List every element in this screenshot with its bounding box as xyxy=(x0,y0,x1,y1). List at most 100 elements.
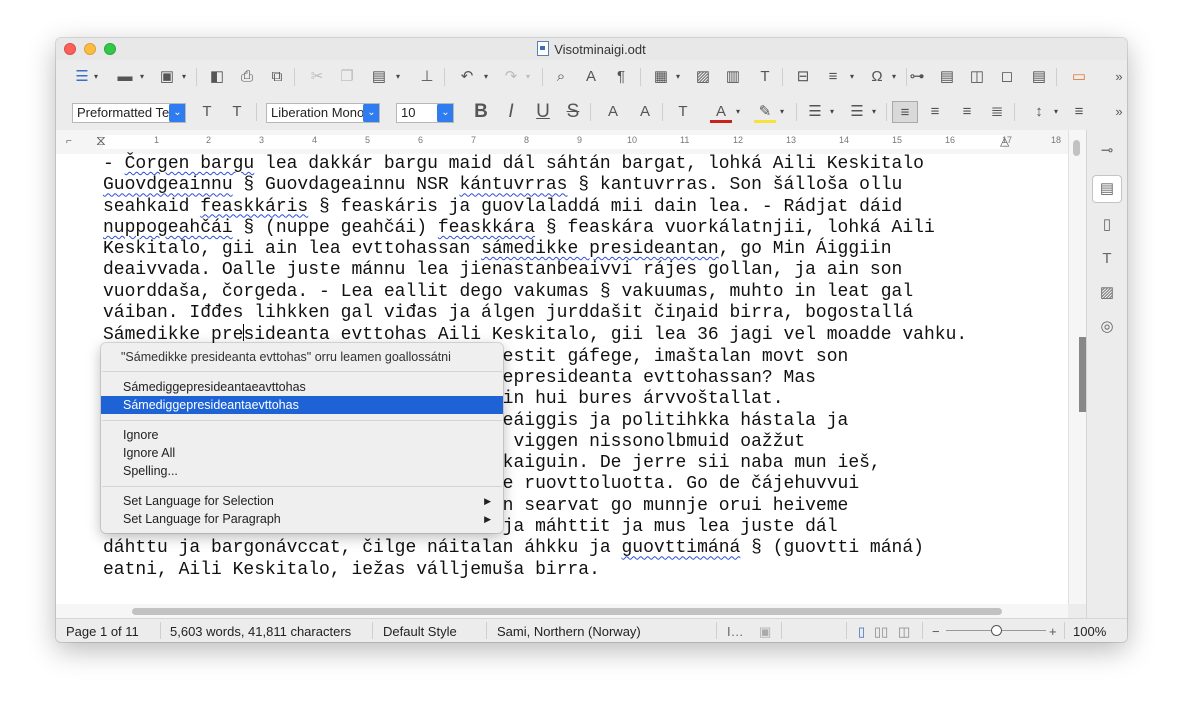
page-icon[interactable]: ▯ xyxy=(1093,212,1121,238)
menu-item-set-language-selection[interactable]: Set Language for Selection ▶ xyxy=(101,492,503,510)
align-left-button[interactable]: ≡ xyxy=(892,101,918,123)
text-run[interactable]: § Guovdageainnu NSR xyxy=(233,175,460,195)
text-run[interactable]: deaivvada. Oalle juste mánnu lea jienast… xyxy=(103,260,902,280)
text-run[interactable]: § (nuppe geahčái) xyxy=(233,218,438,238)
strikethrough-button[interactable]: S xyxy=(562,101,584,123)
text-line[interactable]: nuppogeahčái § (nuppe geahčái) feaskkára… xyxy=(103,218,1023,239)
font-color-icon[interactable]: A xyxy=(710,101,732,123)
text-line[interactable]: váiban. Iđđes lihkken gal viđas ja álgen… xyxy=(103,303,1023,324)
tab-stop-icon[interactable]: ⌐ xyxy=(66,136,72,147)
find-replace-icon[interactable]: ⌕ xyxy=(550,66,572,88)
misspelled-word[interactable]: Čorgen bargu xyxy=(125,154,255,174)
highlight-color-icon[interactable]: ✎ xyxy=(754,101,776,123)
page-count[interactable]: Page 1 of 11 xyxy=(66,624,139,639)
chevron-down-icon[interactable]: ▾ xyxy=(484,66,492,88)
toolbar-overflow-button[interactable]: » xyxy=(1108,101,1127,123)
chart-icon[interactable]: ▥ xyxy=(722,66,744,88)
update-style-icon[interactable]: T xyxy=(196,101,218,123)
bold-button[interactable]: B xyxy=(470,101,492,123)
text-line[interactable]: - Čorgen bargu lea dakkár bargu maid dál… xyxy=(103,154,1023,175)
italic-button[interactable]: I xyxy=(500,101,522,123)
paste-icon[interactable]: ▤ xyxy=(368,66,390,88)
sidebar-toggle-icon[interactable]: ☰ xyxy=(71,66,93,88)
align-center-button[interactable]: ≡ xyxy=(924,101,946,123)
bookmark-icon[interactable]: ◻ xyxy=(996,66,1018,88)
clear-formatting-icon[interactable]: T xyxy=(672,101,694,123)
menu-item-ignore-all[interactable]: Ignore All xyxy=(101,444,503,462)
misspelled-word[interactable]: guovttimáná xyxy=(621,538,740,558)
chevron-down-icon[interactable]: ▾ xyxy=(1054,101,1062,123)
document-modified-icon[interactable]: ▣ xyxy=(759,624,771,640)
text-run[interactable]: seahkaid xyxy=(103,197,200,217)
chevron-down-icon[interactable]: ▾ xyxy=(140,66,148,88)
chevron-down-icon[interactable]: ▾ xyxy=(830,101,838,123)
chevron-down-icon[interactable]: ⌄ xyxy=(437,104,453,122)
chevron-down-icon[interactable]: ▾ xyxy=(892,66,900,88)
justify-button[interactable]: ≣ xyxy=(986,101,1008,123)
paragraph-style-combo[interactable]: Preformatted Te ⌄ xyxy=(72,103,186,123)
print-preview-icon[interactable]: ⧉ xyxy=(266,66,288,88)
font-name-combo[interactable]: Liberation Mono ⌄ xyxy=(266,103,380,123)
menu-item-suggestion-2[interactable]: Sámediggepresideantaevttohas xyxy=(101,396,503,414)
text-run[interactable]: , go Min Áiggiin xyxy=(719,239,892,259)
scrollbar-thumb[interactable] xyxy=(132,608,1002,615)
insert-mode-icon[interactable]: I… xyxy=(727,624,744,639)
comment-icon[interactable]: ▭ xyxy=(1068,66,1090,88)
text-run[interactable]: § kantuvrras. Son šálloša ollu xyxy=(568,175,902,195)
hyperlink-icon[interactable]: ⊶ xyxy=(906,66,928,88)
menu-item-suggestion-1[interactable]: Sámediggepresideantaeavttohas xyxy=(101,378,503,396)
book-view-icon[interactable]: ◫ xyxy=(898,624,910,640)
image-icon[interactable]: ▨ xyxy=(692,66,714,88)
horizontal-scrollbar[interactable] xyxy=(56,604,1068,618)
field-icon[interactable]: ≡ xyxy=(822,66,844,88)
special-character-icon[interactable]: Ω xyxy=(866,66,888,88)
chevron-down-icon[interactable]: ▾ xyxy=(396,66,404,88)
text-run[interactable]: eatni, Aili Keskitalo, iežas válljemuša … xyxy=(103,560,600,580)
chevron-down-icon[interactable]: ▾ xyxy=(526,66,534,88)
misspelled-word[interactable]: feaskkáris xyxy=(200,197,308,217)
text-run[interactable]: Keskitalo, gii ain lea evttohassan xyxy=(103,239,481,259)
text-run[interactable]: § feaskáris ja guovlaladdá mii dain lea.… xyxy=(308,197,902,217)
chevron-down-icon[interactable]: ⌄ xyxy=(363,104,379,122)
text-run[interactable]: váiban. Iđđes lihkken gal viđas ja álgen… xyxy=(103,303,913,323)
misspelled-word[interactable]: nuppogeahčái xyxy=(103,218,233,238)
zoom-slider-knob[interactable] xyxy=(991,625,1002,636)
chevron-down-icon[interactable]: ▾ xyxy=(94,66,102,88)
sidebar-collapse-handle[interactable] xyxy=(1079,337,1086,412)
misspelled-word[interactable]: feaskkára xyxy=(438,218,535,238)
sidebar-settings-icon[interactable]: ⊸ xyxy=(1093,138,1121,164)
cross-reference-icon[interactable]: ▤ xyxy=(1028,66,1050,88)
zoom-level[interactable]: 100% xyxy=(1073,624,1106,639)
multi-page-view-icon[interactable]: ▯▯ xyxy=(874,624,888,640)
copy-icon[interactable]: ❐ xyxy=(336,66,358,88)
redo-icon[interactable]: ↷ xyxy=(500,66,522,88)
numbered-list-icon[interactable]: ☰ xyxy=(846,101,868,123)
text-run[interactable]: § feaskára vuorkálatnjii, lohká Aili xyxy=(535,218,935,238)
navigator-icon[interactable]: ◎ xyxy=(1093,314,1121,340)
menu-item-set-language-paragraph[interactable]: Set Language for Paragraph ▶ xyxy=(101,510,503,528)
table-icon[interactable]: ▦ xyxy=(650,66,672,88)
superscript-icon[interactable]: A xyxy=(602,101,624,123)
clone-formatting-icon[interactable]: ⊥ xyxy=(416,66,438,88)
scrollbar-thumb[interactable] xyxy=(1073,140,1080,156)
page-break-icon[interactable]: ⊟ xyxy=(792,66,814,88)
chevron-down-icon[interactable]: ⌄ xyxy=(169,104,185,122)
chevron-down-icon[interactable]: ▾ xyxy=(182,66,190,88)
text-run[interactable]: dáhttu ja bargonávccat, čilge náitalan á… xyxy=(103,538,621,558)
footnote-icon[interactable]: ▤ xyxy=(936,66,958,88)
formatting-marks-icon[interactable]: ¶ xyxy=(610,66,632,88)
text-language[interactable]: Sami, Northern (Norway) xyxy=(497,624,641,639)
text-run[interactable]: - xyxy=(103,154,125,174)
toolbar-overflow-button[interactable]: » xyxy=(1108,66,1127,88)
misspelled-word[interactable]: kántuvrras xyxy=(459,175,567,195)
textbox-icon[interactable]: T xyxy=(754,66,776,88)
underline-button[interactable]: U xyxy=(532,101,554,123)
horizontal-ruler[interactable]: ⌐ ⧖ △ 1 2 3 4 5 6 7 8 9 10 11 12 13 14 1… xyxy=(56,130,1068,154)
text-line[interactable]: Guovdgeainnu § Guovdageainnu NSR kántuvr… xyxy=(103,175,1023,196)
save-icon[interactable]: ▣ xyxy=(156,66,178,88)
spelling-icon[interactable]: A xyxy=(580,66,602,88)
chevron-down-icon[interactable]: ▾ xyxy=(850,66,858,88)
bullet-list-icon[interactable]: ☰ xyxy=(804,101,826,123)
zoom-in-button[interactable]: + xyxy=(1049,624,1057,639)
gallery-icon[interactable]: ▨ xyxy=(1093,280,1121,306)
